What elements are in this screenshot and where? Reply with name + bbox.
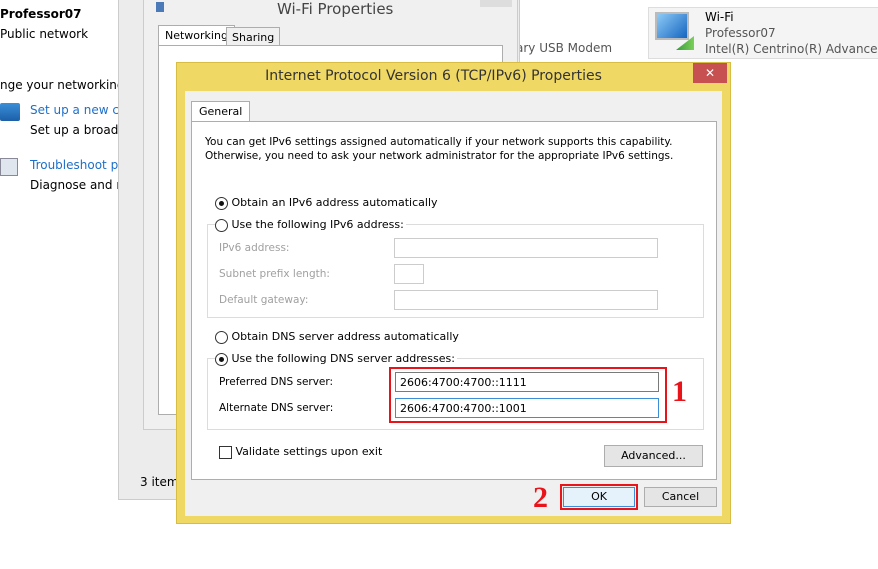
intro-line-2: Otherwise, you need to ask your network … [205, 150, 674, 162]
radio-manual-dns[interactable]: Use the following DNS server addresses: [215, 352, 457, 366]
validate-checkbox[interactable]: Validate settings upon exit [219, 445, 382, 459]
setup-connection-desc: Set up a broadba [30, 123, 118, 137]
radio-auto-dns[interactable]: Obtain DNS server address automatically [215, 330, 459, 344]
troubleshoot-desc: Diagnose and rep [30, 178, 118, 192]
radio-manual-ipv6[interactable]: Use the following IPv6 address: [215, 218, 406, 232]
intro-line-1: You can get IPv6 settings assigned autom… [205, 136, 673, 148]
ipv6-properties-dialog: Internet Protocol Version 6 (TCP/IPv6) P… [176, 62, 731, 524]
wifi-adapter-device: Intel(R) Centrino(R) Advanced-N [705, 42, 878, 56]
radio-auto-ipv6[interactable]: Obtain an IPv6 address automatically [215, 196, 438, 210]
network-type: Public network [0, 27, 89, 41]
radio-selected-icon [215, 352, 228, 366]
general-panel: You can get IPv6 settings assigned autom… [191, 121, 717, 480]
wifi-properties-title: Wi-Fi Properties [277, 0, 394, 18]
ipv6-address-label: IPv6 address: [219, 242, 290, 254]
tab-sharing[interactable]: Sharing [226, 27, 281, 47]
radio-manual-ipv6-label: Use the following IPv6 address: [231, 218, 404, 231]
validate-label: Validate settings upon exit [235, 445, 383, 458]
tab-networking[interactable]: Networking [158, 25, 235, 45]
ipv6-address-group: IPv6 address: Subnet prefix length: Defa… [207, 224, 704, 318]
radio-selected-icon [215, 196, 228, 210]
wifi-close-button[interactable] [480, 0, 512, 7]
advanced-button[interactable]: Advanced... [604, 445, 703, 467]
alternate-dns-label: Alternate DNS server: [219, 402, 334, 414]
troubleshoot-link[interactable]: Troubleshoot pro [30, 158, 118, 172]
annotation-step-1: 1 [672, 375, 687, 408]
radio-unselected-icon [215, 218, 228, 232]
ipv6-address-input[interactable] [394, 238, 658, 258]
dialog-title: Internet Protocol Version 6 (TCP/IPv6) P… [265, 68, 602, 84]
checkbox-icon [219, 445, 232, 459]
annotation-step-2: 2 [533, 481, 548, 514]
cancel-button[interactable]: Cancel [644, 487, 717, 507]
close-button[interactable]: ✕ [693, 63, 727, 83]
radio-unselected-icon [215, 330, 228, 344]
troubleshoot-icon [0, 158, 18, 176]
new-connection-icon [0, 103, 20, 121]
radio-auto-dns-label: Obtain DNS server address automatically [231, 330, 459, 343]
section-heading: nge your networking se [0, 78, 118, 92]
wifi-adapter-name: Wi-Fi [705, 10, 734, 24]
adapter-usb-modem: ary USB Modem [516, 41, 613, 55]
network-adapter-icon [655, 12, 689, 40]
radio-manual-dns-label: Use the following DNS server addresses: [231, 352, 455, 365]
wifi-adapter-tile[interactable]: Wi-Fi Professor07 Intel(R) Centrino(R) A… [648, 7, 878, 59]
radio-auto-ipv6-label: Obtain an IPv6 address automatically [231, 196, 438, 209]
subnet-prefix-label: Subnet prefix length: [219, 268, 330, 280]
wifi-adapter-network: Professor07 [705, 26, 776, 40]
default-gateway-input[interactable] [394, 290, 658, 310]
annotation-box-dns [389, 367, 667, 423]
default-gateway-label: Default gateway: [219, 294, 309, 306]
network-name: Professor07 [0, 7, 82, 21]
ok-button[interactable]: OK [563, 487, 635, 507]
setup-connection-link[interactable]: Set up a new con [30, 103, 118, 117]
dns-group: Preferred DNS server: 2606:4700:4700::11… [207, 358, 704, 430]
subnet-prefix-input[interactable] [394, 264, 424, 284]
wifi-properties-icon [156, 2, 164, 12]
preferred-dns-label: Preferred DNS server: [219, 376, 334, 388]
tab-general[interactable]: General [191, 101, 251, 121]
